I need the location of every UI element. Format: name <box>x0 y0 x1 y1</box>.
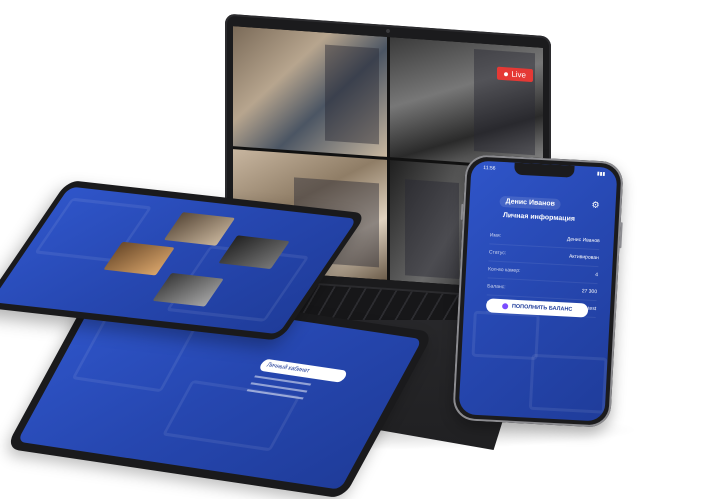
info-value: 4 <box>594 271 599 279</box>
topup-label: ПОПОЛНИТЬ БАЛАНС <box>511 303 573 313</box>
info-key: Имя: <box>489 232 502 239</box>
signal-icon: ▮▮▮ <box>596 170 606 178</box>
info-key: Кол-во камер: <box>487 266 521 275</box>
phone-time: 11:56 <box>483 164 496 172</box>
info-value: Денис Иванов <box>566 236 600 245</box>
wallet-icon <box>501 303 509 310</box>
info-value: Активирован <box>568 253 599 262</box>
info-key: Баланс: <box>487 283 506 291</box>
gear-icon[interactable]: ⚙ <box>591 200 600 211</box>
info-value: test <box>587 305 597 313</box>
live-dot-icon <box>504 71 509 76</box>
info-value: 27 300 <box>581 288 598 296</box>
section-title: Личная информация <box>502 212 576 223</box>
live-badge-label: Live <box>511 69 526 80</box>
webcam-icon <box>386 28 390 34</box>
device-mockup-scene: Live Личный кабинет 11:56 ▮▮▮ Денис Иван… <box>0 0 723 499</box>
phone: 11:56 ▮▮▮ Денис Иванов ⚙ Личная информац… <box>452 154 624 428</box>
profile-name[interactable]: Денис Иванов <box>499 195 562 211</box>
phone-screen: 11:56 ▮▮▮ Денис Иванов ⚙ Личная информац… <box>458 160 618 422</box>
live-badge: Live <box>497 66 533 83</box>
info-key: Статус: <box>488 249 507 257</box>
camera-feed-2[interactable]: Live <box>389 37 543 168</box>
camera-thumb-1[interactable] <box>163 212 236 246</box>
camera-feed-1[interactable] <box>233 26 387 157</box>
